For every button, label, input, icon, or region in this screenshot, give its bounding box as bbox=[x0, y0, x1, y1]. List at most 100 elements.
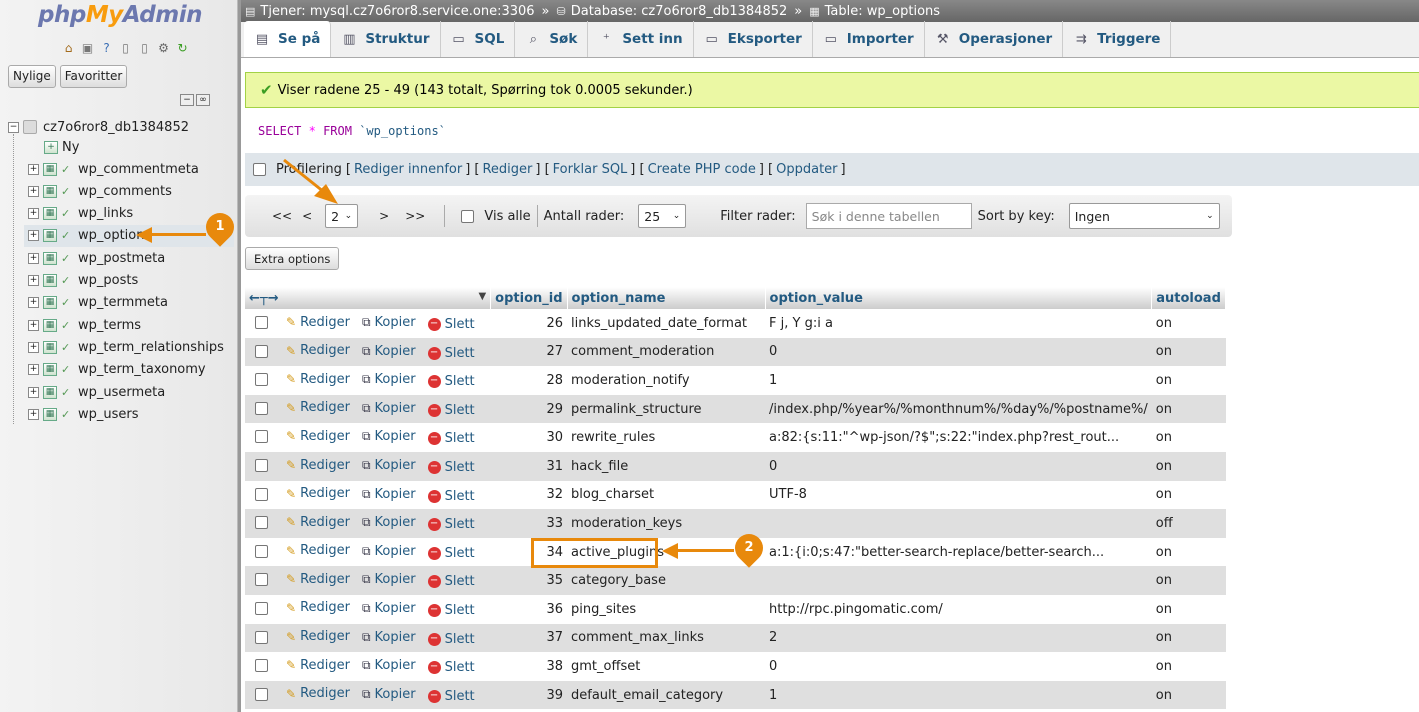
copy-row-button[interactable]: ⧉ Kopier bbox=[362, 687, 416, 702]
expand-icon[interactable]: + bbox=[28, 275, 39, 286]
delete-row-button[interactable]: − Slett bbox=[427, 460, 475, 475]
tab-import[interactable]: ▭ Importer bbox=[813, 21, 925, 57]
delete-row-button[interactable]: − Slett bbox=[427, 489, 475, 504]
database-item[interactable]: − cz7o6ror8_db1384852 bbox=[8, 117, 189, 137]
edit-row-button[interactable]: ✎ Rediger bbox=[286, 629, 350, 644]
column-arrows-icon[interactable]: ←┬→ bbox=[249, 291, 279, 306]
cell-option-value[interactable]: 0 bbox=[765, 337, 1152, 367]
cell-autoload[interactable]: on bbox=[1151, 309, 1226, 338]
breadcrumb-server[interactable]: ▤ Tjener: mysql.cz7o6ror8.service.one:330… bbox=[245, 4, 535, 19]
home-icon[interactable]: ⌂ bbox=[60, 40, 77, 56]
edit-row-button[interactable]: ✎ Rediger bbox=[286, 543, 350, 558]
edit-row-button[interactable]: ✎ Rediger bbox=[286, 458, 350, 473]
cell-option-id[interactable]: 32 bbox=[490, 480, 568, 510]
cell-option-name[interactable]: ping_sites bbox=[567, 594, 766, 624]
cell-option-value[interactable]: a:82:{s:11:"^wp-json/?$";s:22:"index.php… bbox=[765, 423, 1152, 452]
edit-row-button[interactable]: ✎ Rediger bbox=[286, 486, 350, 501]
sidebar-item-wp-comments[interactable]: + ▦ ✓ wp_comments bbox=[28, 180, 238, 202]
cell-option-value[interactable]: UTF-8 bbox=[765, 480, 1152, 510]
edit-row-button[interactable]: ✎ Rediger bbox=[286, 429, 350, 444]
edit-row-button[interactable]: ✎ Rediger bbox=[286, 572, 350, 587]
new-table-item[interactable]: + Ny bbox=[44, 136, 254, 158]
cell-option-value[interactable]: a:1:{i:0;s:47:"better-search-replace/bet… bbox=[765, 537, 1152, 567]
delete-row-button[interactable]: − Slett bbox=[427, 574, 475, 589]
browse-icon[interactable]: ✓ bbox=[61, 274, 73, 287]
cell-option-value[interactable]: 2 bbox=[765, 623, 1152, 653]
copy-row-button[interactable]: ⧉ Kopier bbox=[362, 487, 416, 502]
tab-triggers[interactable]: ⇉ Triggere bbox=[1063, 21, 1172, 57]
tab-export[interactable]: ▭ Eksporter bbox=[694, 21, 813, 57]
browse-icon[interactable]: ✓ bbox=[61, 408, 73, 421]
delete-row-button[interactable]: − Slett bbox=[427, 660, 475, 675]
row-checkbox[interactable] bbox=[255, 401, 268, 415]
delete-row-button[interactable]: − Slett bbox=[427, 689, 475, 704]
edit-row-button[interactable]: ✎ Rediger bbox=[286, 515, 350, 530]
cell-option-name[interactable]: permalink_structure bbox=[567, 394, 766, 424]
tab-sql[interactable]: ▭ SQL bbox=[441, 21, 516, 57]
browse-icon[interactable]: ✓ bbox=[61, 296, 73, 309]
browse-icon[interactable]: ✓ bbox=[61, 252, 73, 265]
edit-row-button[interactable]: ✎ Rediger bbox=[286, 600, 350, 615]
column-option-name[interactable]: option_name bbox=[567, 287, 766, 309]
cell-option-value[interactable]: 1 bbox=[765, 366, 1152, 395]
help-icon[interactable]: ? bbox=[98, 40, 115, 56]
cell-option-id[interactable]: 37 bbox=[490, 623, 568, 653]
delete-row-button[interactable]: − Slett bbox=[427, 603, 475, 618]
cell-option-id[interactable]: 26 bbox=[490, 309, 568, 338]
copy-row-button[interactable]: ⧉ Kopier bbox=[362, 429, 416, 444]
row-checkbox[interactable] bbox=[255, 630, 268, 644]
cell-option-name[interactable]: blog_charset bbox=[567, 480, 766, 510]
browse-icon[interactable]: ✓ bbox=[61, 319, 73, 332]
cell-option-value[interactable] bbox=[765, 566, 1152, 595]
browse-icon[interactable]: ✓ bbox=[61, 386, 73, 399]
edit-row-button[interactable]: ✎ Rediger bbox=[286, 400, 350, 415]
copy-row-button[interactable]: ⧉ Kopier bbox=[362, 401, 416, 416]
cell-option-name[interactable]: hack_file bbox=[567, 451, 766, 481]
sidebar-item-wp-users[interactable]: + ▦ ✓ wp_users bbox=[28, 403, 238, 425]
filter-input[interactable]: Søk i denne tabellen bbox=[805, 203, 972, 229]
next-page-button[interactable]: > bbox=[374, 209, 394, 223]
edit-row-button[interactable]: ✎ Rediger bbox=[286, 686, 350, 701]
sort-select[interactable]: Ingen ⌄ bbox=[1068, 203, 1220, 229]
copy-row-button[interactable]: ⧉ Kopier bbox=[362, 658, 416, 673]
cell-option-value[interactable]: F j, Y g:i a bbox=[765, 309, 1152, 338]
cell-option-id[interactable]: 33 bbox=[490, 509, 568, 538]
expand-icon[interactable]: + bbox=[28, 252, 39, 264]
cell-option-name[interactable]: rewrite_rules bbox=[567, 423, 766, 452]
cell-autoload[interactable]: on bbox=[1151, 423, 1226, 452]
cell-autoload[interactable]: on bbox=[1151, 594, 1226, 624]
cell-option-name[interactable]: default_email_category bbox=[567, 680, 766, 710]
tab-browse[interactable]: ▤ Se på bbox=[244, 21, 332, 57]
cell-autoload[interactable]: on bbox=[1151, 451, 1226, 481]
cell-option-name[interactable]: category_base bbox=[567, 566, 766, 595]
copy-row-button[interactable]: ⧉ Kopier bbox=[362, 315, 416, 330]
create-php-link[interactable]: Create PHP code bbox=[648, 162, 756, 177]
cell-option-name[interactable]: gmt_offset bbox=[567, 652, 766, 681]
copy-row-button[interactable]: ⧉ Kopier bbox=[362, 372, 416, 387]
cell-option-name[interactable]: comment_max_links bbox=[567, 623, 766, 653]
row-checkbox[interactable] bbox=[255, 373, 268, 387]
gear-icon[interactable]: ⚙ bbox=[155, 40, 172, 56]
column-option-value[interactable]: option_value bbox=[765, 287, 1153, 309]
edit-row-button[interactable]: ✎ Rediger bbox=[286, 315, 350, 330]
delete-row-button[interactable]: − Slett bbox=[427, 317, 475, 332]
browse-icon[interactable]: ✓ bbox=[61, 163, 73, 176]
cell-autoload[interactable]: on bbox=[1151, 480, 1226, 510]
cell-option-value[interactable] bbox=[765, 509, 1152, 538]
docs2-icon[interactable]: ▯ bbox=[136, 40, 153, 56]
copy-row-button[interactable]: ⧉ Kopier bbox=[362, 544, 416, 559]
sidebar-item-wp-term-taxonomy[interactable]: + ▦ ✓ wp_term_taxonomy bbox=[28, 359, 238, 381]
cell-option-name[interactable]: comment_moderation bbox=[567, 337, 766, 367]
browse-icon[interactable]: ✓ bbox=[61, 341, 73, 354]
expand-icon[interactable]: + bbox=[28, 297, 39, 309]
browse-icon[interactable]: ✓ bbox=[61, 229, 73, 242]
recent-button[interactable]: Nylige bbox=[8, 65, 56, 88]
delete-row-button[interactable]: − Slett bbox=[427, 517, 475, 532]
edit-row-button[interactable]: ✎ Rediger bbox=[286, 658, 350, 673]
collapse-all-icon[interactable]: − bbox=[180, 94, 194, 106]
sidebar-item-wp-term-relationships[interactable]: + ▦ ✓ wp_term_relationships bbox=[28, 336, 238, 358]
row-checkbox[interactable] bbox=[255, 459, 268, 473]
refresh-link[interactable]: Oppdater bbox=[776, 162, 837, 177]
copy-row-button[interactable]: ⧉ Kopier bbox=[362, 515, 416, 530]
copy-row-button[interactable]: ⧉ Kopier bbox=[362, 601, 416, 616]
